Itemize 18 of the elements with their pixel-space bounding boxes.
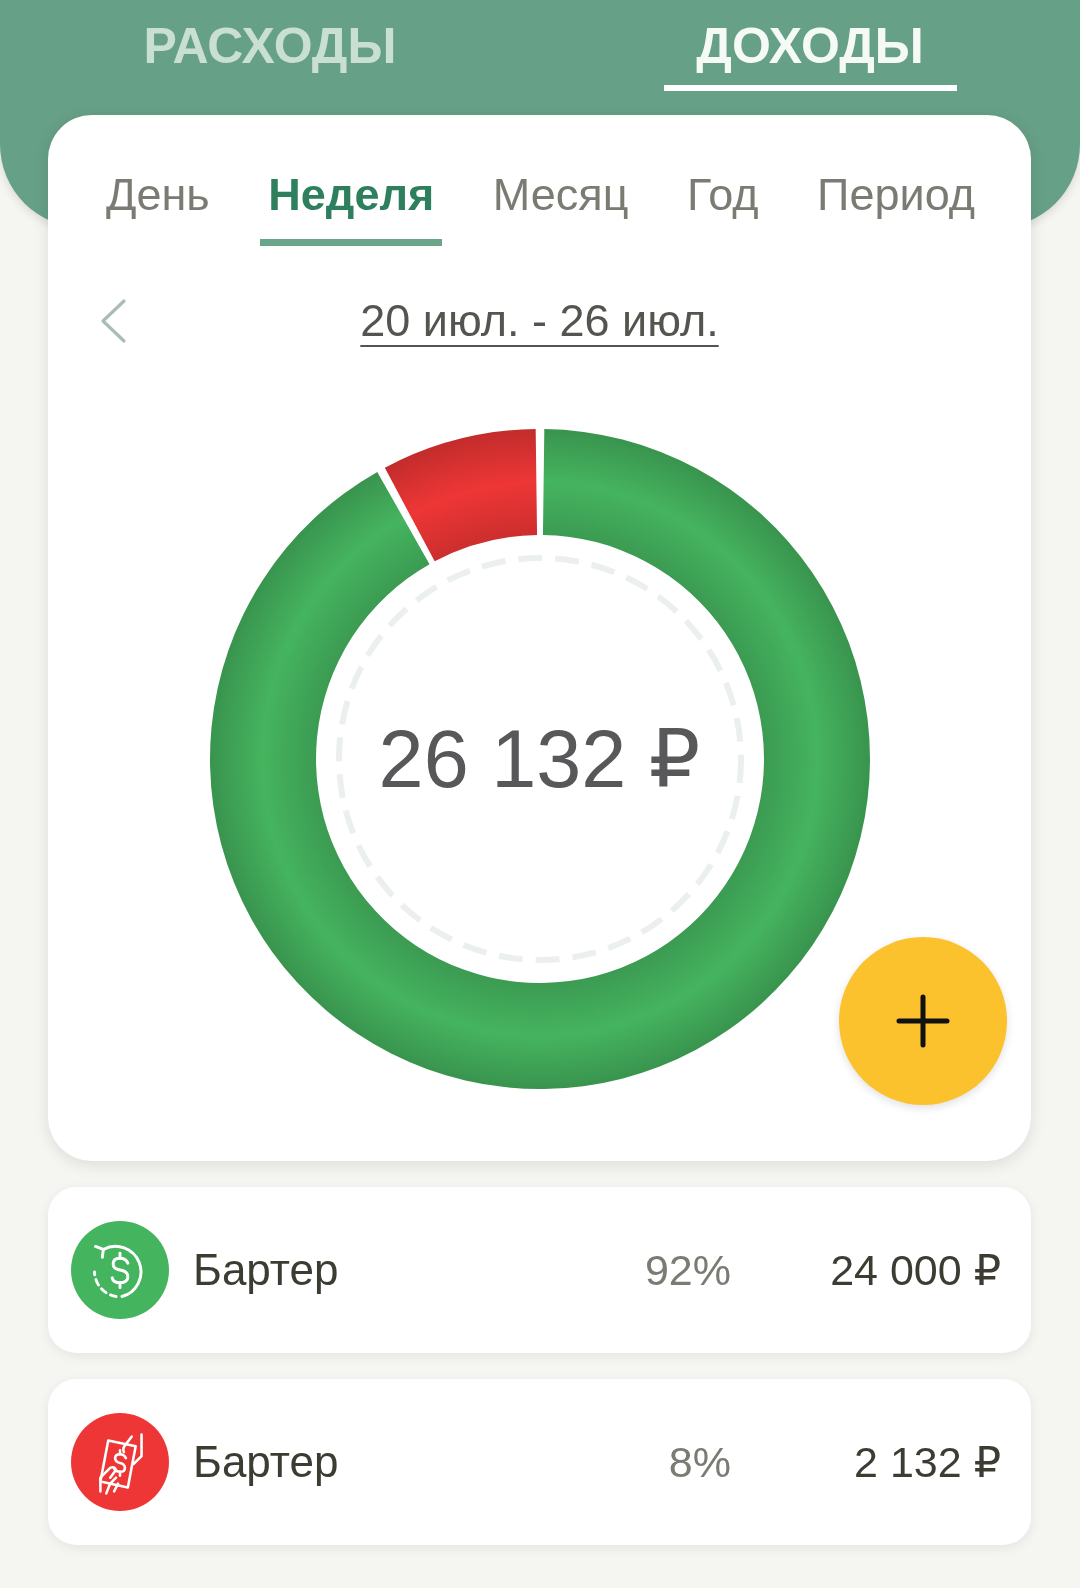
period-tab[interactable]: Период (809, 168, 983, 246)
category-percent: 8% (667, 1437, 731, 1488)
category-amount: 2 132 ₽ (853, 1437, 1001, 1488)
total-amount: 26 132 ₽ (378, 713, 701, 805)
category-amount: 24 000 ₽ (829, 1245, 1001, 1296)
category-card[interactable]: Бартер 8% 2 132 ₽ (48, 1379, 1031, 1545)
period-tab[interactable]: Год (678, 168, 767, 246)
category-percent: 92% (643, 1245, 731, 1296)
type-tab[interactable]: ДОХОДЫ (663, 14, 957, 91)
period-tab[interactable]: Неделя (260, 168, 443, 246)
type-tab[interactable]: РАСХОДЫ (123, 14, 417, 91)
plus-icon (896, 994, 950, 1048)
date-range-link[interactable]: 20 июл. - 26 июл. (360, 294, 719, 348)
category-name: Бартер (193, 1244, 340, 1296)
period-tab[interactable]: День (98, 168, 218, 246)
category-name: Бартер (193, 1436, 340, 1488)
category-card[interactable]: Бартер 92% 24 000 ₽ (48, 1187, 1031, 1353)
period-tab[interactable]: Месяц (484, 168, 637, 246)
